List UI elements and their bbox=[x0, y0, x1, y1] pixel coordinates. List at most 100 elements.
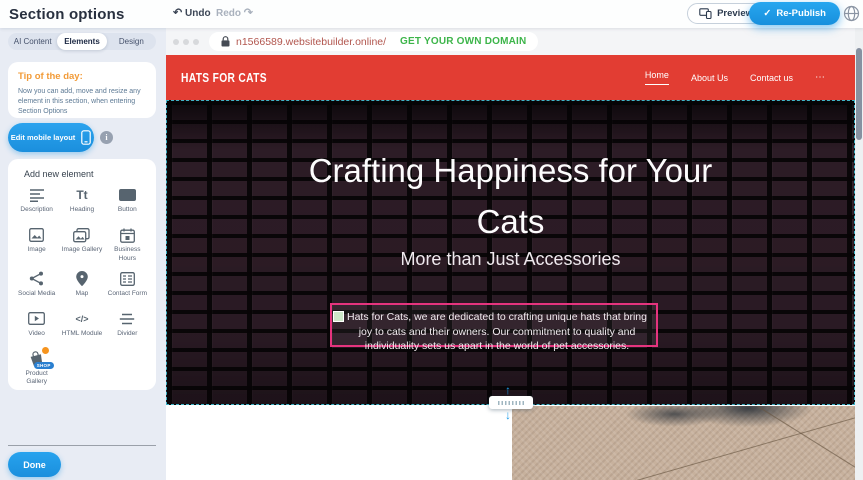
element-heading[interactable]: Tt Heading bbox=[59, 187, 104, 220]
grip-dots-icon bbox=[498, 401, 524, 405]
image-gallery-icon bbox=[73, 227, 91, 243]
social-media-icon bbox=[28, 271, 46, 287]
element-label: HTML Module bbox=[62, 330, 103, 339]
edit-mobile-layout-button[interactable]: Edit mobile layout bbox=[8, 123, 94, 152]
preview-scrollbar[interactable] bbox=[855, 28, 863, 480]
undo-label: Undo bbox=[185, 8, 211, 19]
element-label: Map bbox=[76, 290, 89, 299]
element-label: Product Gallery bbox=[16, 370, 58, 388]
shop-badge: SHOP bbox=[34, 362, 54, 369]
element-product-gallery[interactable]: SHOP Product Gallery bbox=[14, 351, 59, 388]
nav-contact-us[interactable]: Contact us bbox=[750, 73, 793, 83]
element-label: Divider bbox=[117, 330, 137, 339]
drag-handle-icon[interactable] bbox=[333, 311, 344, 322]
element-map[interactable]: Map bbox=[59, 271, 104, 304]
element-grid: Description Tt Heading Button bbox=[14, 187, 150, 387]
republish-label: Re-Publish bbox=[776, 8, 826, 19]
edit-mobile-label: Edit mobile layout bbox=[11, 133, 76, 142]
html-module-icon: </> bbox=[73, 311, 91, 327]
editor-topbar: Section options ↶ Undo Redo ↷ Preview ✓ … bbox=[0, 0, 863, 28]
redo-label: Redo bbox=[216, 8, 241, 19]
phone-icon bbox=[81, 130, 91, 145]
nav-more-icon[interactable]: ⋯ bbox=[815, 72, 825, 83]
hero-heading[interactable]: Crafting Happiness for Your Cats bbox=[167, 145, 854, 247]
sidebar-divider bbox=[8, 445, 156, 446]
carpet-photo bbox=[512, 406, 855, 480]
republish-button[interactable]: ✓ Re-Publish bbox=[749, 2, 840, 25]
scrollbar-thumb[interactable] bbox=[856, 48, 862, 140]
preview-label: Preview bbox=[717, 8, 753, 19]
image-icon bbox=[28, 227, 46, 243]
element-divider[interactable]: Divider bbox=[105, 311, 150, 344]
address-bar[interactable]: n1566589.websitebuilder.online/ GET YOUR… bbox=[209, 32, 538, 51]
element-contact-form[interactable]: Contact Form bbox=[105, 271, 150, 304]
info-icon[interactable]: i bbox=[100, 131, 113, 144]
business-hours-icon bbox=[118, 227, 136, 243]
premium-badge-icon bbox=[41, 346, 50, 355]
element-label: Business Hours bbox=[106, 246, 148, 264]
site-logo[interactable]: HATS FOR CATS bbox=[181, 71, 267, 85]
done-button[interactable]: Done bbox=[8, 452, 61, 477]
selected-text-element[interactable]: Hats for Cats, we are dedicated to craft… bbox=[330, 303, 658, 347]
product-gallery-icon: SHOP bbox=[28, 351, 46, 367]
section-resize-handle[interactable] bbox=[489, 396, 533, 409]
browser-dots-icon bbox=[173, 39, 199, 45]
element-label: Image bbox=[28, 246, 46, 255]
tab-elements[interactable]: Elements bbox=[57, 33, 106, 50]
check-icon: ✓ bbox=[763, 8, 771, 19]
sidebar-tabs: AI Content Elements Design bbox=[8, 33, 156, 50]
element-label: Button bbox=[118, 206, 137, 215]
hero-subheading[interactable]: More than Just Accessories bbox=[167, 249, 854, 270]
undo-button[interactable]: ↶ Undo bbox=[173, 6, 211, 19]
add-element-panel: Add new element Description Tt Heading B… bbox=[8, 159, 156, 390]
resize-arrow-up-icon[interactable]: ↑ bbox=[505, 383, 511, 397]
tip-of-the-day-card: Tip of the day: Now you can add, move an… bbox=[8, 62, 156, 118]
heading-icon: Tt bbox=[73, 187, 91, 203]
resize-arrow-down-icon[interactable]: ↓ bbox=[505, 408, 511, 422]
element-social-media[interactable]: Social Media bbox=[14, 271, 59, 304]
devices-icon bbox=[699, 8, 712, 19]
element-label: Social Media bbox=[18, 290, 55, 299]
nav-home[interactable]: Home bbox=[645, 70, 669, 85]
get-your-own-domain-link[interactable]: GET YOUR OWN DOMAIN bbox=[400, 36, 526, 47]
element-label: Video bbox=[28, 330, 45, 339]
page-title: Section options bbox=[9, 6, 125, 23]
divider-icon bbox=[118, 311, 136, 327]
hero-section[interactable]: Crafting Happiness for Your Cats More th… bbox=[166, 100, 855, 405]
tip-title: Tip of the day: bbox=[18, 71, 146, 82]
section-options-sidebar: AI Content Elements Design Tip of the da… bbox=[0, 28, 166, 480]
button-icon bbox=[118, 187, 136, 203]
lock-icon bbox=[221, 36, 230, 47]
site-url: n1566589.websitebuilder.online/ bbox=[236, 36, 386, 48]
element-image[interactable]: Image bbox=[14, 227, 59, 264]
site-nav: Home About Us Contact us ⋯ bbox=[645, 55, 825, 100]
browser-chrome-bar: n1566589.websitebuilder.online/ GET YOUR… bbox=[166, 28, 855, 55]
element-label: Heading bbox=[70, 206, 94, 215]
contact-form-icon bbox=[118, 271, 136, 287]
site-header: HATS FOR CATS Home About Us Contact us ⋯ bbox=[166, 55, 855, 100]
description-icon bbox=[28, 187, 46, 203]
tab-design[interactable]: Design bbox=[107, 33, 156, 50]
element-video[interactable]: Video bbox=[14, 311, 59, 344]
redo-button[interactable]: Redo ↷ bbox=[216, 6, 253, 19]
element-label: Image Gallery bbox=[62, 246, 102, 255]
element-description[interactable]: Description bbox=[14, 187, 59, 220]
map-icon bbox=[73, 271, 91, 287]
element-label: Description bbox=[20, 206, 53, 215]
tip-body: Now you can add, move and resize any ele… bbox=[18, 87, 146, 117]
shadow-shape bbox=[622, 406, 832, 446]
element-image-gallery[interactable]: Image Gallery bbox=[59, 227, 104, 264]
undo-icon: ↶ bbox=[173, 7, 182, 19]
tab-ai-content[interactable]: AI Content bbox=[8, 33, 57, 50]
site-preview: n1566589.websitebuilder.online/ GET YOUR… bbox=[166, 28, 863, 480]
add-element-title: Add new element bbox=[24, 169, 150, 179]
element-label: Contact Form bbox=[108, 290, 147, 299]
element-business-hours[interactable]: Business Hours bbox=[105, 227, 150, 264]
video-icon bbox=[28, 311, 46, 327]
element-html-module[interactable]: </> HTML Module bbox=[59, 311, 104, 344]
nav-about-us[interactable]: About Us bbox=[691, 73, 728, 83]
element-button[interactable]: Button bbox=[105, 187, 150, 220]
globe-icon[interactable] bbox=[843, 5, 860, 22]
hero-body-text: Hats for Cats, we are dedicated to craft… bbox=[332, 305, 656, 354]
redo-icon: ↷ bbox=[244, 7, 253, 19]
